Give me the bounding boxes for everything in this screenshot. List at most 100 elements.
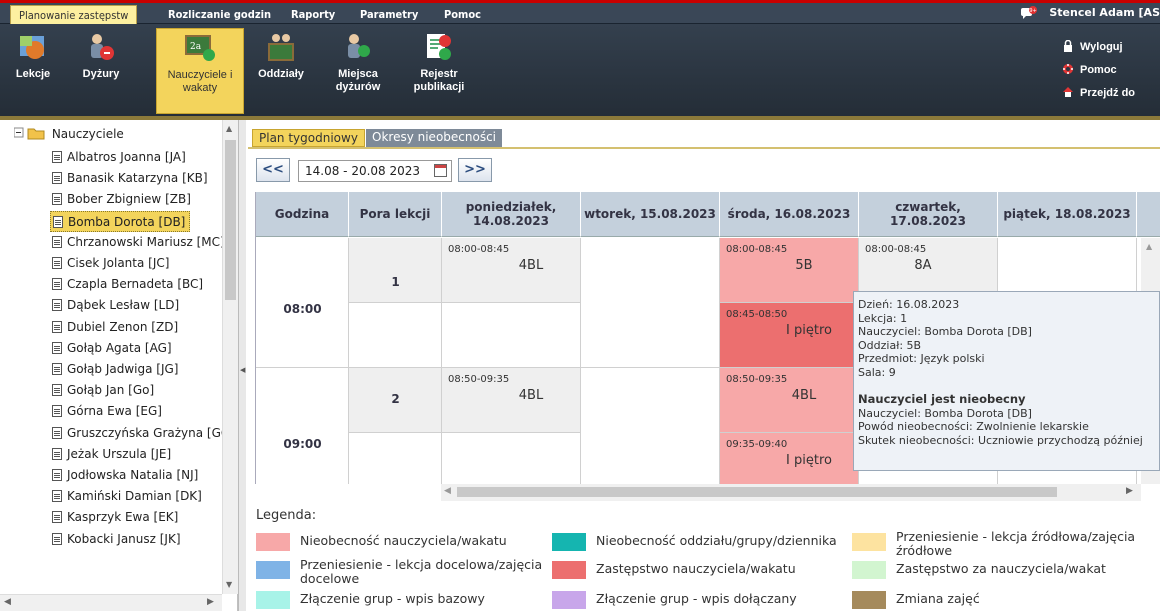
teacher-tree-item[interactable]: Kobacki Janusz [JK] (50, 529, 185, 550)
teacher-tree-item[interactable]: Jeżak Urszula [JE] (50, 444, 175, 465)
document-icon (52, 278, 62, 291)
oddzialy-button[interactable]: Oddziały (256, 28, 306, 114)
publication-register-icon (424, 32, 454, 62)
document-icon (52, 235, 62, 248)
document-icon (52, 299, 62, 312)
duty-place-icon (343, 32, 373, 62)
document-icon (52, 257, 62, 269)
document-icon (52, 363, 62, 375)
header-godzina: Godzina (256, 192, 349, 237)
document-icon (53, 215, 63, 228)
document-icon (52, 193, 62, 206)
przejdz-do-link[interactable]: Przejdź do (1062, 86, 1135, 99)
document-icon (52, 320, 62, 333)
teacher-tree-item[interactable]: Gołąb Agata [AG] (50, 338, 176, 359)
teacher-tree-item[interactable]: Cisek Jolanta [JC] (50, 253, 173, 274)
classes-icon (266, 32, 296, 62)
empty-cell[interactable] (581, 368, 720, 484)
lesson-cell (349, 303, 442, 368)
absence-entry[interactable]: 08:50-09:35 4BL (720, 368, 859, 433)
tooltip-absent-heading: Nauczyciel jest nieobecny (858, 392, 1026, 406)
prev-week-button[interactable]: << (256, 158, 290, 182)
panel-splitter[interactable]: ◀ (238, 120, 246, 611)
header-thu: czwartek, 17.08.2023 (859, 192, 998, 237)
teacher-tree-item[interactable]: Banasik Katarzyna [KB] (50, 168, 212, 189)
lesson-entry[interactable]: 08:00-08:45 4BL (442, 238, 581, 303)
tree-scrollbar[interactable]: ▲ ▼ (222, 120, 238, 594)
empty-cell[interactable] (442, 303, 581, 368)
notification-badge: 9+ (1029, 8, 1036, 14)
svg-text:2a: 2a (190, 42, 202, 52)
header-wed: środa, 16.08.2023 (720, 192, 859, 237)
teacher-tree-item[interactable]: Dubiel Zenon [ZD] (50, 317, 182, 338)
document-icon (52, 426, 62, 439)
teacher-tree-item[interactable]: Chrzanowski Mariusz [MC] (50, 232, 229, 253)
teacher-tree-item[interactable]: Gołąb Jadwiga [JG] (50, 359, 182, 380)
teacher-tree-item[interactable]: Bomba Dorota [DB] (50, 210, 191, 232)
wyloguj-link[interactable]: Wyloguj (1062, 39, 1123, 53)
calendar-icon[interactable] (434, 164, 447, 177)
menu-rozliczanie[interactable]: Rozliczanie godzin (160, 5, 279, 24)
teacher-tree-item[interactable]: Dąbek Lesław [LD] (50, 295, 183, 316)
hour-cell (256, 368, 349, 484)
lesson-cell (349, 238, 442, 303)
timetable-h-scrollbar[interactable]: ◀ ▶ (441, 484, 1141, 501)
header-tue: wtorek, 15.08.2023 (581, 192, 720, 237)
teacher-tree-item[interactable]: Bober Zbigniew [ZB] (50, 189, 195, 210)
legend-swatch (256, 533, 290, 551)
legend-swatch (552, 561, 586, 579)
teacher-tree-item[interactable]: Gruszczyńska Grażyna [GG (50, 423, 234, 444)
date-range-field[interactable]: 14.08 - 20.08 2023 (298, 160, 452, 182)
teachers-board-icon: 2a (185, 33, 215, 63)
next-week-button[interactable]: >> (458, 158, 492, 182)
menu-raporty[interactable]: Raporty (283, 5, 343, 24)
document-icon (52, 341, 62, 354)
user-name[interactable]: Stencel Adam [AS (1049, 6, 1160, 19)
pomoc-link[interactable]: Pomoc (1062, 63, 1117, 76)
teacher-tree-item[interactable]: Kamiński Damian [DK] (50, 486, 206, 507)
legend-swatch (852, 533, 886, 551)
document-icon (52, 469, 62, 481)
dyzury-button[interactable]: Dyżury (78, 28, 124, 114)
chat-icon[interactable]: 9+ (1020, 6, 1038, 20)
tab-plan-tygodniowy[interactable]: Plan tygodniowy (252, 129, 365, 147)
header-pora: Pora lekcji (349, 192, 442, 237)
teacher-tree-item[interactable]: Kasprzyk Ewa [EK] (50, 507, 182, 528)
tree-root[interactable]: Nauczyciele (13, 126, 124, 141)
empty-cell[interactable] (442, 433, 581, 484)
duty-person-icon (86, 32, 116, 62)
home-icon (1062, 86, 1074, 98)
lesson-entry[interactable]: 08:50-09:35 4BL (442, 368, 581, 433)
menu-planowanie[interactable]: Planowanie zastępstw (10, 5, 138, 24)
rejestr-publikacji-button[interactable]: Rejestr publikacji (398, 28, 480, 114)
teacher-tree-item[interactable]: Czapla Bernadeta [BC] (50, 274, 207, 295)
document-icon (52, 447, 62, 460)
nauczyciele-button[interactable]: 2a Nauczyciele i wakaty (156, 28, 244, 114)
menu-pomoc[interactable]: Pomoc (436, 5, 489, 24)
teacher-tree-item[interactable]: Jodłowska Natalia [NJ] (50, 465, 202, 486)
tab-okresy-nieobecnosci[interactable]: Okresy nieobecności (366, 129, 503, 147)
teachers-tree: Nauczyciele Albatros Joanna [JA] Banasik … (0, 120, 238, 611)
document-icon (52, 511, 62, 524)
top-menu-bar: Planowanie zastępstw Rozliczanie godzin … (0, 0, 1160, 24)
lock-icon (1062, 39, 1074, 52)
legend-swatch (852, 591, 886, 609)
document-icon (52, 172, 62, 185)
legend-title: Legenda: (256, 508, 317, 523)
legend-swatch (256, 591, 290, 609)
teacher-tree-item[interactable]: Gołąb Jan [Go] (50, 380, 158, 401)
lesson-cell (349, 433, 442, 484)
menu-parametry[interactable]: Parametry (352, 5, 426, 24)
absence-entry[interactable]: 08:00-08:45 5B (720, 238, 859, 303)
teacher-tree-item[interactable]: Albatros Joanna [JA] (50, 147, 190, 168)
empty-cell[interactable] (581, 238, 720, 368)
duty-absence-entry[interactable]: 09:35-09:40 I piętro (720, 433, 859, 484)
document-icon (52, 151, 62, 163)
lekcje-button[interactable]: Lekcje (14, 28, 52, 114)
teacher-tree-item[interactable]: Górna Ewa [EG] (50, 401, 166, 422)
header-fri: piątek, 18.08.2023 (998, 192, 1137, 237)
document-icon (52, 490, 62, 503)
miejsca-dyzurow-button[interactable]: Miejsca dyżurów (332, 28, 384, 114)
duty-substitution-entry[interactable]: 08:45-08:50 I piętro (720, 303, 859, 368)
tree-h-scrollbar[interactable]: ◀ ▶ (0, 594, 222, 611)
